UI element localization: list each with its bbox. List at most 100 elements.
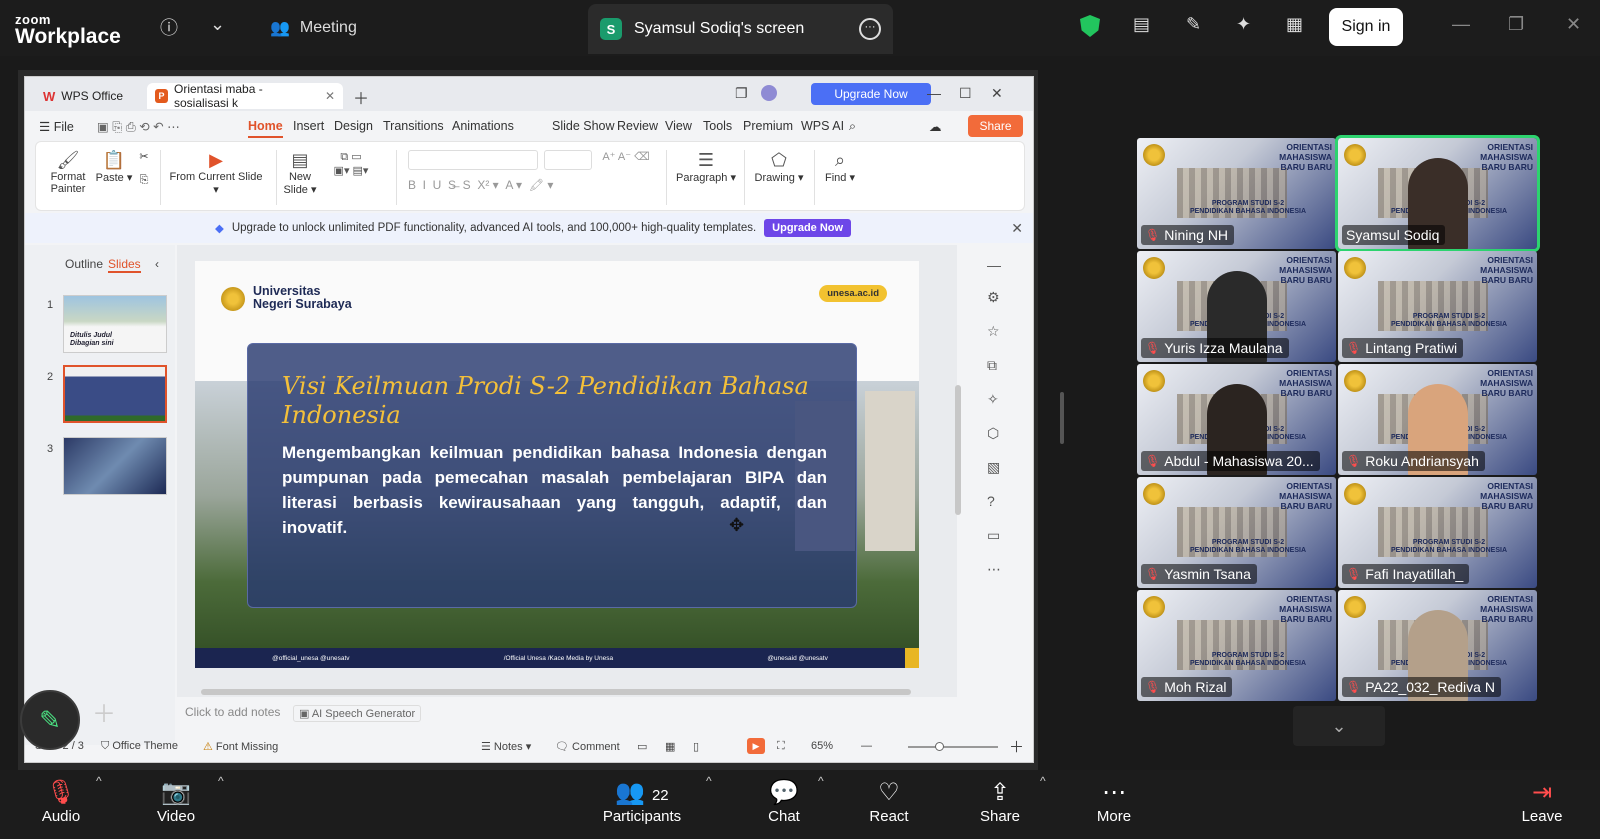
new-slide-button[interactable]: ▤ New Slide ▾ bbox=[282, 150, 318, 196]
video-button[interactable]: 📷 Video bbox=[150, 778, 202, 825]
slide-thumbnail-1[interactable]: Ditulis Judul Dibagian sini bbox=[63, 295, 167, 353]
comment-icon[interactable]: ▭ bbox=[987, 527, 1000, 544]
adjust-icon[interactable]: ⚙ bbox=[987, 289, 1000, 306]
menu-design[interactable]: Design bbox=[334, 119, 373, 133]
close-icon[interactable]: ✕ bbox=[1566, 14, 1581, 35]
tab-outline[interactable]: Outline bbox=[65, 257, 103, 271]
comment-toggle[interactable]: 🗨 Comment bbox=[555, 740, 620, 753]
window-restore-icon[interactable]: ❐ bbox=[735, 85, 748, 102]
view-layout-icon[interactable]: ▦ bbox=[1286, 14, 1303, 35]
participant-tile[interactable]: ORIENTASIMAHASISWABARU BARUPROGRAM STUDI… bbox=[1137, 251, 1336, 362]
maximize-icon[interactable]: ☐ bbox=[959, 85, 972, 102]
menu-view[interactable]: View bbox=[665, 119, 692, 133]
minus-icon[interactable]: — bbox=[987, 257, 1001, 273]
participant-tile[interactable]: ORIENTASIMAHASISWABARU BARUPROGRAM STUDI… bbox=[1338, 590, 1537, 701]
share-options-icon[interactable]: ^ bbox=[1040, 774, 1046, 788]
participant-tile[interactable]: ORIENTASIMAHASISWABARU BARUPROGRAM STUDI… bbox=[1338, 364, 1537, 475]
horizontal-scrollbar[interactable] bbox=[201, 689, 911, 695]
slide-thumbnail-2[interactable] bbox=[63, 365, 167, 423]
ai-speech-generator-button[interactable]: ▣ AI Speech Generator bbox=[293, 705, 422, 722]
tab-close-icon[interactable]: ✕ bbox=[325, 89, 335, 103]
menu-transitions[interactable]: Transitions bbox=[383, 119, 444, 133]
drawing-button[interactable]: ⬠ Drawing ▾ bbox=[752, 150, 806, 184]
font-name-select[interactable] bbox=[408, 150, 538, 170]
participant-tile[interactable]: ORIENTASIMAHASISWABARU BARUPROGRAM STUDI… bbox=[1137, 364, 1336, 475]
panel-splitter[interactable] bbox=[1060, 392, 1064, 444]
chat-button[interactable]: 💬 Chat bbox=[764, 778, 804, 825]
audio-button[interactable]: 🎙 Audio bbox=[36, 778, 86, 825]
participant-tile[interactable]: ORIENTASIMAHASISWABARU BARUPROGRAM STUDI… bbox=[1137, 590, 1336, 701]
participants-options-icon[interactable]: ^ bbox=[706, 774, 712, 788]
zoom-level[interactable]: 65% bbox=[811, 740, 833, 752]
menu-wps-ai[interactable]: WPS AI bbox=[801, 119, 844, 133]
zoom-slider[interactable] bbox=[908, 746, 998, 748]
chevron-down-icon[interactable]: ⌄ bbox=[210, 14, 225, 35]
format-painter-button[interactable]: 🖌 Format Painter bbox=[48, 150, 88, 195]
security-shield-icon[interactable] bbox=[1080, 15, 1100, 37]
paragraph-button[interactable]: ☰ Paragraph ▾ bbox=[676, 150, 736, 184]
upgrade-now-button[interactable]: Upgrade Now bbox=[811, 83, 931, 105]
copy-icon[interactable]: ⎘ bbox=[136, 174, 152, 187]
zoom-in-icon[interactable]: ＋ bbox=[1009, 736, 1024, 757]
copy-icon[interactable]: ⧉ bbox=[987, 357, 997, 374]
font-size-adjust-icons[interactable]: A⁺ A⁻ ⌫ bbox=[596, 150, 656, 163]
annotate-pen-button[interactable]: ✎ bbox=[20, 690, 80, 750]
more-button[interactable]: ⋯ More bbox=[1092, 778, 1136, 825]
close-icon[interactable]: ✕ bbox=[1011, 220, 1023, 237]
avatar[interactable] bbox=[761, 85, 777, 101]
search-icon[interactable]: ⌕ bbox=[849, 119, 856, 134]
info-icon[interactable]: ⓘ bbox=[160, 14, 178, 40]
sign-in-button[interactable]: Sign in bbox=[1329, 8, 1403, 46]
close-icon[interactable]: ✕ bbox=[991, 85, 1003, 102]
reading-view-icon[interactable]: ▯ bbox=[693, 740, 699, 753]
more-options-icon[interactable]: ··· bbox=[859, 18, 881, 40]
zoom-out-icon[interactable]: — bbox=[861, 740, 872, 752]
add-icon[interactable]: ＋ bbox=[92, 694, 116, 729]
menu-review[interactable]: Review bbox=[617, 119, 658, 133]
video-options-icon[interactable]: ^ bbox=[218, 774, 224, 788]
minimize-icon[interactable]: — bbox=[927, 85, 941, 101]
notice-upgrade-button[interactable]: Upgrade Now bbox=[764, 219, 852, 237]
layout-icons[interactable]: ⧉ ▭ ▣▾ ▤▾ bbox=[326, 150, 376, 177]
meeting-menu[interactable]: 👥 Meeting bbox=[270, 18, 357, 38]
slide-thumbnail-3[interactable] bbox=[63, 437, 167, 495]
notes-icon[interactable]: ▤ bbox=[1133, 14, 1150, 35]
tab-slides[interactable]: Slides bbox=[108, 257, 141, 273]
star-icon[interactable]: ☆ bbox=[987, 323, 1000, 340]
fit-window-icon[interactable]: ⛶ bbox=[777, 740, 785, 753]
ai-companion-icon[interactable]: ✦ bbox=[1236, 14, 1251, 35]
maximize-icon[interactable]: ❐ bbox=[1508, 14, 1524, 35]
participants-button[interactable]: 👥 22 Participants bbox=[596, 778, 688, 825]
menu-insert[interactable]: Insert bbox=[293, 119, 324, 133]
notes-input[interactable]: Click to add notes bbox=[185, 705, 280, 719]
help-icon[interactable]: ? bbox=[987, 493, 995, 509]
paste-button[interactable]: 📋 Paste ▾ bbox=[94, 150, 134, 184]
gallery-scroll-down-icon[interactable]: ⌄ bbox=[1293, 706, 1385, 746]
font-size-select[interactable] bbox=[544, 150, 592, 170]
file-menu[interactable]: ☰ File bbox=[39, 119, 74, 134]
participant-tile[interactable]: ORIENTASIMAHASISWABARU BARUPROGRAM STUDI… bbox=[1137, 138, 1336, 249]
menu-tools[interactable]: Tools bbox=[703, 119, 732, 133]
menu-home[interactable]: Home bbox=[248, 119, 283, 138]
font-missing-indicator[interactable]: ⚠ Font Missing bbox=[203, 740, 278, 753]
chat-options-icon[interactable]: ^ bbox=[818, 774, 824, 788]
participant-tile[interactable]: ORIENTASIMAHASISWABARU BARUPROGRAM STUDI… bbox=[1335, 135, 1540, 252]
tab-wps-office[interactable]: W WPS Office bbox=[35, 83, 145, 109]
menu-slide-show[interactable]: Slide Show bbox=[552, 119, 615, 133]
participant-tile[interactable]: ORIENTASIMAHASISWABARU BARUPROGRAM STUDI… bbox=[1338, 251, 1537, 362]
animation-icon[interactable]: ✧ bbox=[987, 391, 999, 408]
annotate-pen-icon[interactable]: ✎ bbox=[1186, 14, 1201, 35]
leave-button[interactable]: ⇥ Leave bbox=[1520, 778, 1564, 825]
react-button[interactable]: ♡ React bbox=[866, 778, 912, 825]
share-screen-button[interactable]: ⇪ Share bbox=[978, 778, 1022, 825]
new-tab-icon[interactable]: ＋ bbox=[353, 85, 369, 109]
more-icon[interactable]: ⋯ bbox=[987, 561, 1001, 578]
from-current-slide-button[interactable]: ▶ From Current Slide ▾ bbox=[166, 150, 266, 196]
cut-icon[interactable]: ✂ bbox=[136, 150, 152, 163]
collapse-panel-icon[interactable]: ‹ bbox=[155, 257, 159, 271]
current-slide[interactable]: Universitas Negeri Surabaya unesa.ac.id … bbox=[195, 261, 919, 668]
share-button[interactable]: Share bbox=[968, 115, 1023, 137]
image-icon[interactable]: ▧ bbox=[987, 459, 1000, 476]
sorter-view-icon[interactable]: ▦ bbox=[665, 740, 675, 753]
slideshow-play-button[interactable]: ▶ bbox=[747, 738, 765, 754]
